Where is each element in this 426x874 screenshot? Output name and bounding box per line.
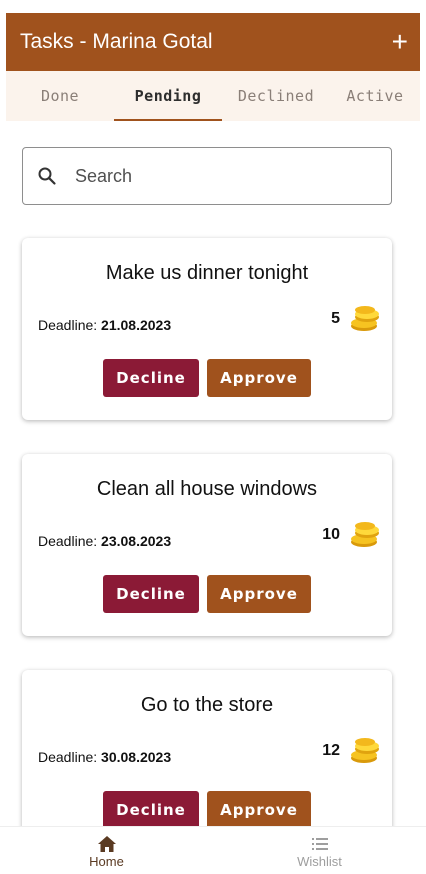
task-title: Clean all house windows [96,478,318,500]
task-card: Go to the store Deadline: 30.08.2023 12 … [22,670,392,852]
search-input[interactable] [73,164,377,188]
page-title: Tasks - Marina Gotal [20,30,213,53]
app-bar: Tasks - Marina Gotal + [6,13,420,71]
reward-amount: 10 [322,526,340,543]
approve-button[interactable]: Approve [207,359,311,397]
search-field[interactable] [22,147,392,205]
home-icon [97,836,116,852]
deadline-label: Deadline: [38,749,102,765]
nav-wishlist[interactable]: Wishlist [213,827,426,874]
approve-button[interactable]: Approve [207,791,311,829]
tab-active[interactable]: Active [330,71,420,121]
task-card: Make us dinner tonight Deadline: 21.08.2… [22,238,392,420]
deadline-date: 30.08.2023 [101,749,172,765]
add-task-button[interactable]: + [392,28,408,56]
deadline-label: Deadline: [38,317,102,333]
task-card: Clean all house windows Deadline: 23.08.… [22,454,392,636]
task-title: Make us dinner tonight [105,262,309,284]
approve-button[interactable]: Approve [207,575,311,613]
tab-done[interactable]: Done [6,71,114,121]
task-deadline: Deadline: 30.08.2023 [38,749,171,765]
decline-button[interactable]: Decline [103,575,199,613]
coins-icon [351,306,379,331]
reward-amount: 5 [331,310,340,327]
task-title: Go to the store [140,694,274,716]
task-actions: Decline Approve [22,359,392,397]
decline-button[interactable]: Decline [103,359,199,397]
task-reward: 12 [322,736,382,766]
decline-button[interactable]: Decline [103,791,199,829]
coins-icon [351,738,379,763]
task-actions: Decline Approve [22,575,392,613]
task-reward: 5 [331,304,382,334]
bottom-navigation: Home Wishlist [0,826,426,874]
search-icon [38,167,56,185]
list-icon [311,838,328,850]
nav-home-label: Home [89,854,124,869]
tab-bar: Done Pending Declined Active [6,71,420,121]
coins-icon [351,522,379,547]
deadline-label: Deadline: [38,533,102,549]
task-reward: 10 [322,520,382,550]
task-deadline: Deadline: 21.08.2023 [38,317,171,333]
task-deadline: Deadline: 23.08.2023 [38,533,171,549]
nav-wishlist-label: Wishlist [297,854,342,869]
tab-pending[interactable]: Pending [114,71,222,121]
deadline-date: 23.08.2023 [101,533,172,549]
deadline-date: 21.08.2023 [101,317,172,333]
nav-home[interactable]: Home [0,827,213,874]
task-actions: Decline Approve [22,791,392,829]
tab-declined[interactable]: Declined [222,71,330,121]
reward-amount: 12 [322,742,340,759]
